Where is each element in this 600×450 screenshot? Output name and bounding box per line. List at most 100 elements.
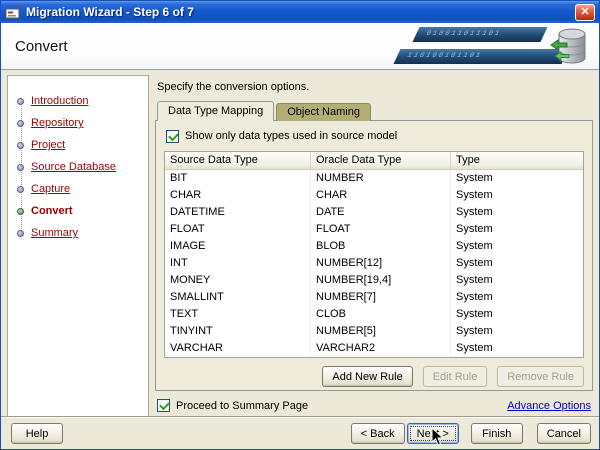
binary-decoration: 010011011101 xyxy=(412,27,548,42)
next-button[interactable]: Next > xyxy=(406,423,459,444)
tab-bar: Data Type Mapping Object Naming xyxy=(155,101,593,121)
cell-type: System xyxy=(456,291,493,303)
binary-decoration: 110100101101 xyxy=(393,49,569,64)
edit-rule-button: Edit Rule xyxy=(422,366,488,387)
table-row[interactable]: BIT NUMBER System xyxy=(165,170,583,187)
step-bullet-icon xyxy=(17,141,24,149)
cell-source-type: MONEY xyxy=(165,272,311,289)
binary-text: 010011011101 xyxy=(424,30,503,38)
cell-oracle-type: FLOAT xyxy=(311,221,451,238)
binary-text: 110100101101 xyxy=(405,52,484,60)
table-row[interactable]: SMALLINT NUMBER[7] System xyxy=(165,289,583,306)
sidebar-item-project[interactable]: Project xyxy=(8,134,148,156)
tab-data-type-mapping[interactable]: Data Type Mapping xyxy=(157,101,275,121)
cell-source-type: TEXT xyxy=(165,306,311,323)
tab-object-naming[interactable]: Object Naming xyxy=(276,103,371,121)
cell-oracle-type: DATE xyxy=(311,204,451,221)
cell-source-type: IMAGE xyxy=(165,238,311,255)
sidebar-item-convert[interactable]: Convert xyxy=(8,200,148,222)
help-button[interactable]: Help xyxy=(11,423,63,444)
sidebar-item-source-database[interactable]: Source Database xyxy=(8,156,148,178)
cell-source-type: DATETIME xyxy=(165,204,311,221)
sidebar-item-capture[interactable]: Capture xyxy=(8,178,148,200)
step-bullet-icon xyxy=(17,229,24,237)
table-row[interactable]: IMAGE BLOB System xyxy=(165,238,583,255)
remove-rule-button: Remove Rule xyxy=(497,366,584,387)
database-icon xyxy=(550,28,586,64)
cell-oracle-type: NUMBER xyxy=(311,170,451,187)
cell-type: System xyxy=(456,223,493,235)
tab-panel: Show only data types used in source mode… xyxy=(155,120,593,391)
table-row[interactable]: VARCHAR VARCHAR2 System xyxy=(165,340,583,357)
advance-options-link[interactable]: Advance Options xyxy=(507,400,591,412)
add-new-rule-button[interactable]: Add New Rule xyxy=(322,366,413,387)
step-label: Project xyxy=(31,139,66,151)
main-content: Specify the conversion options. Data Typ… xyxy=(155,75,593,412)
cell-oracle-type: NUMBER[12] xyxy=(311,255,451,272)
cell-oracle-type: BLOB xyxy=(311,238,451,255)
table-row[interactable]: FLOAT FLOAT System xyxy=(165,221,583,238)
column-header-oracle-type[interactable]: Oracle Data Type xyxy=(311,152,451,169)
cell-type: System xyxy=(456,325,493,337)
cell-oracle-type: CHAR xyxy=(311,187,451,204)
cell-source-type: BIT xyxy=(165,170,311,187)
cell-oracle-type: NUMBER[5] xyxy=(311,323,451,340)
cell-type: System xyxy=(456,189,493,201)
cancel-button[interactable]: Cancel xyxy=(536,423,591,444)
step-label: Repository xyxy=(31,117,84,129)
step-label: Capture xyxy=(31,183,71,195)
wizard-header: Convert 010011011101 110100101101 xyxy=(1,23,599,70)
cell-source-type: INT xyxy=(165,255,311,272)
step-label: Source Database xyxy=(31,161,116,173)
footer-bar: Help < Back Next > Finish Cancel xyxy=(1,416,599,449)
sidebar-item-repository[interactable]: Repository xyxy=(8,112,148,134)
table-row[interactable]: CHAR CHAR System xyxy=(165,187,583,204)
step-bullet-icon xyxy=(17,163,24,171)
close-button[interactable]: ✕ xyxy=(575,3,595,21)
migration-wizard-window: Migration Wizard - Step 6 of 7 ✕ Convert… xyxy=(0,0,600,450)
step-label: Summary xyxy=(31,227,79,239)
column-header-type[interactable]: Type xyxy=(451,152,583,169)
cell-type: System xyxy=(456,206,493,218)
cell-oracle-type: VARCHAR2 xyxy=(311,340,451,357)
table-row[interactable]: MONEY NUMBER[19,4] System xyxy=(165,272,583,289)
cell-oracle-type: CLOB xyxy=(311,306,451,323)
cell-type: System xyxy=(456,172,493,184)
step-bullet-icon xyxy=(17,119,24,127)
cell-source-type: SMALLINT xyxy=(165,289,311,306)
cell-source-type: FLOAT xyxy=(165,221,311,238)
table-row[interactable]: TINYINT NUMBER[5] System xyxy=(165,323,583,340)
proceed-to-summary-checkbox[interactable] xyxy=(157,399,170,412)
step-bullet-icon xyxy=(17,185,24,193)
column-header-source-type[interactable]: Source Data Type xyxy=(165,152,311,169)
header-graphic: 010011011101 110100101101 xyxy=(364,23,599,69)
table-row[interactable]: TEXT CLOB System xyxy=(165,306,583,323)
step-label: Introduction xyxy=(31,95,89,107)
page-title: Convert xyxy=(15,38,68,55)
table-row[interactable]: DATETIME DATE System xyxy=(165,204,583,221)
instruction-text: Specify the conversion options. xyxy=(157,81,310,93)
sidebar-item-introduction[interactable]: Introduction xyxy=(8,90,148,112)
proceed-to-summary-label: Proceed to Summary Page xyxy=(176,399,309,412)
cell-source-type: CHAR xyxy=(165,187,311,204)
cell-type: System xyxy=(456,342,493,354)
wizard-icon xyxy=(5,5,20,19)
cell-oracle-type: NUMBER[7] xyxy=(311,289,451,306)
table-row[interactable]: INT NUMBER[12] System xyxy=(165,255,583,272)
cell-source-type: TINYINT xyxy=(165,323,311,340)
cell-source-type: VARCHAR xyxy=(165,340,311,357)
cell-type: System xyxy=(456,308,493,320)
data-type-mapping-table: Source Data Type Oracle Data Type Type B… xyxy=(164,151,584,358)
step-label: Convert xyxy=(31,205,73,217)
step-bullet-icon xyxy=(17,207,24,215)
cell-type: System xyxy=(456,257,493,269)
show-only-checkbox[interactable] xyxy=(166,129,179,143)
cell-oracle-type: NUMBER[19,4] xyxy=(311,272,451,289)
title-bar[interactable]: Migration Wizard - Step 6 of 7 ✕ xyxy=(1,1,599,23)
cell-type: System xyxy=(456,274,493,286)
back-button[interactable]: < Back xyxy=(350,423,405,444)
show-only-label: Show only data types used in source mode… xyxy=(185,130,398,142)
sidebar-item-summary[interactable]: Summary xyxy=(8,222,148,244)
wizard-steps-sidebar: Introduction Repository Project Source D… xyxy=(7,75,149,417)
finish-button[interactable]: Finish xyxy=(470,423,523,444)
